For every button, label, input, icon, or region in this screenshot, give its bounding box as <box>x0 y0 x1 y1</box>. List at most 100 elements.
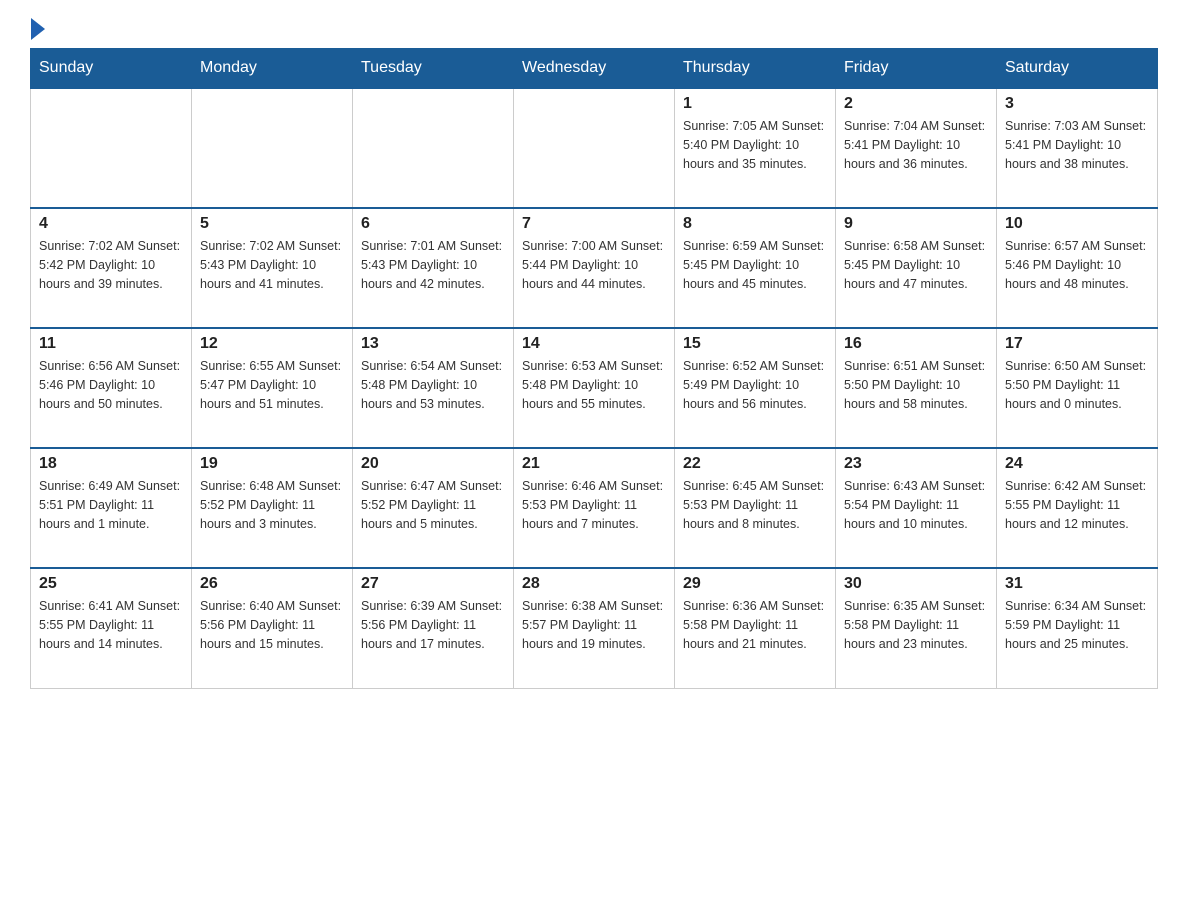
calendar-day-21: 21 Sunrise: 6:46 AM Sunset: 5:53 PM Dayli… <box>514 448 675 568</box>
calendar-day-25: 25 Sunrise: 6:41 AM Sunset: 5:55 PM Dayli… <box>31 568 192 688</box>
calendar-day-26: 26Sunrise: 6:40 AM Sunset: 5:56 PM Dayli… <box>192 568 353 688</box>
day-number: 15 <box>683 335 827 353</box>
day-number: 30 <box>844 575 988 593</box>
calendar-day-8: 8 Sunrise: 6:59 AM Sunset: 5:45 PM Daylig… <box>675 208 836 328</box>
day-info: Sunrise: 6:46 AM Sunset: 5:53 PM Dayligh… <box>522 477 666 533</box>
day-info: Sunrise: 7:03 AM Sunset: 5:41 PM Dayligh… <box>1005 117 1149 173</box>
weekday-header-sunday: Sunday <box>31 49 192 89</box>
day-info: Sunrise: 6:55 AM Sunset: 5:47 PM Dayligh… <box>200 357 344 413</box>
day-number: 16 <box>844 335 988 353</box>
day-number: 8 <box>683 215 827 233</box>
day-number: 9 <box>844 215 988 233</box>
calendar-day-23: 23Sunrise: 6:43 AM Sunset: 5:54 PM Dayli… <box>836 448 997 568</box>
day-info: Sunrise: 6:36 AM Sunset: 5:58 PM Dayligh… <box>683 597 827 653</box>
day-number: 28 <box>522 575 666 593</box>
day-info: Sunrise: 6:40 AM Sunset: 5:56 PM Dayligh… <box>200 597 344 653</box>
day-info: Sunrise: 6:43 AM Sunset: 5:54 PM Dayligh… <box>844 477 988 533</box>
day-number: 14 <box>522 335 666 353</box>
day-number: 24 <box>1005 455 1149 473</box>
weekday-header-thursday: Thursday <box>675 49 836 89</box>
day-info: Sunrise: 6:49 AM Sunset: 5:51 PM Dayligh… <box>39 477 183 533</box>
day-info: Sunrise: 6:34 AM Sunset: 5:59 PM Dayligh… <box>1005 597 1149 653</box>
calendar-day-5: 5 Sunrise: 7:02 AM Sunset: 5:43 PM Daylig… <box>192 208 353 328</box>
calendar-day-1: 1 Sunrise: 7:05 AM Sunset: 5:40 PM Daylig… <box>675 88 836 208</box>
calendar-day-12: 12Sunrise: 6:55 AM Sunset: 5:47 PM Dayli… <box>192 328 353 448</box>
calendar-day-17: 17 Sunrise: 6:50 AM Sunset: 5:50 PM Dayli… <box>997 328 1158 448</box>
logo <box>30 20 45 38</box>
calendar-week-row: 1 Sunrise: 7:05 AM Sunset: 5:40 PM Daylig… <box>31 88 1158 208</box>
calendar-day-empty <box>353 88 514 208</box>
calendar-day-27: 27Sunrise: 6:39 AM Sunset: 5:56 PM Dayli… <box>353 568 514 688</box>
day-number: 10 <box>1005 215 1149 233</box>
day-number: 18 <box>39 455 183 473</box>
day-info: Sunrise: 7:05 AM Sunset: 5:40 PM Dayligh… <box>683 117 827 173</box>
day-info: Sunrise: 6:51 AM Sunset: 5:50 PM Dayligh… <box>844 357 988 413</box>
calendar-day-31: 31 Sunrise: 6:34 AM Sunset: 5:59 PM Dayli… <box>997 568 1158 688</box>
day-info: Sunrise: 6:54 AM Sunset: 5:48 PM Dayligh… <box>361 357 505 413</box>
day-number: 3 <box>1005 95 1149 113</box>
calendar-day-13: 13 Sunrise: 6:54 AM Sunset: 5:48 PM Dayli… <box>353 328 514 448</box>
day-number: 25 <box>39 575 183 593</box>
calendar-day-28: 28 Sunrise: 6:38 AM Sunset: 5:57 PM Dayli… <box>514 568 675 688</box>
day-number: 13 <box>361 335 505 353</box>
weekday-header-friday: Friday <box>836 49 997 89</box>
day-info: Sunrise: 6:45 AM Sunset: 5:53 PM Dayligh… <box>683 477 827 533</box>
day-number: 20 <box>361 455 505 473</box>
calendar-day-empty <box>514 88 675 208</box>
calendar-day-20: 20Sunrise: 6:47 AM Sunset: 5:52 PM Dayli… <box>353 448 514 568</box>
day-number: 4 <box>39 215 183 233</box>
day-info: Sunrise: 6:53 AM Sunset: 5:48 PM Dayligh… <box>522 357 666 413</box>
weekday-header-wednesday: Wednesday <box>514 49 675 89</box>
day-info: Sunrise: 6:57 AM Sunset: 5:46 PM Dayligh… <box>1005 237 1149 293</box>
calendar-day-3: 3 Sunrise: 7:03 AM Sunset: 5:41 PM Daylig… <box>997 88 1158 208</box>
day-info: Sunrise: 6:35 AM Sunset: 5:58 PM Dayligh… <box>844 597 988 653</box>
day-info: Sunrise: 6:59 AM Sunset: 5:45 PM Dayligh… <box>683 237 827 293</box>
calendar-week-row: 18 Sunrise: 6:49 AM Sunset: 5:51 PM Dayli… <box>31 448 1158 568</box>
calendar-day-empty <box>192 88 353 208</box>
calendar-day-18: 18 Sunrise: 6:49 AM Sunset: 5:51 PM Dayli… <box>31 448 192 568</box>
day-number: 7 <box>522 215 666 233</box>
day-number: 31 <box>1005 575 1149 593</box>
calendar-day-19: 19Sunrise: 6:48 AM Sunset: 5:52 PM Dayli… <box>192 448 353 568</box>
day-info: Sunrise: 7:00 AM Sunset: 5:44 PM Dayligh… <box>522 237 666 293</box>
day-info: Sunrise: 6:39 AM Sunset: 5:56 PM Dayligh… <box>361 597 505 653</box>
day-number: 21 <box>522 455 666 473</box>
day-number: 1 <box>683 95 827 113</box>
day-info: Sunrise: 7:04 AM Sunset: 5:41 PM Dayligh… <box>844 117 988 173</box>
day-info: Sunrise: 6:52 AM Sunset: 5:49 PM Dayligh… <box>683 357 827 413</box>
calendar-day-29: 29 Sunrise: 6:36 AM Sunset: 5:58 PM Dayli… <box>675 568 836 688</box>
day-info: Sunrise: 6:42 AM Sunset: 5:55 PM Dayligh… <box>1005 477 1149 533</box>
logo-arrow-icon <box>31 18 45 40</box>
calendar-day-11: 11 Sunrise: 6:56 AM Sunset: 5:46 PM Dayli… <box>31 328 192 448</box>
day-number: 17 <box>1005 335 1149 353</box>
day-info: Sunrise: 6:41 AM Sunset: 5:55 PM Dayligh… <box>39 597 183 653</box>
calendar-day-6: 6Sunrise: 7:01 AM Sunset: 5:43 PM Daylig… <box>353 208 514 328</box>
page-header <box>30 20 1158 38</box>
calendar-day-16: 16 Sunrise: 6:51 AM Sunset: 5:50 PM Dayli… <box>836 328 997 448</box>
day-number: 22 <box>683 455 827 473</box>
day-number: 29 <box>683 575 827 593</box>
day-info: Sunrise: 6:50 AM Sunset: 5:50 PM Dayligh… <box>1005 357 1149 413</box>
calendar-day-22: 22 Sunrise: 6:45 AM Sunset: 5:53 PM Dayli… <box>675 448 836 568</box>
calendar-day-10: 10 Sunrise: 6:57 AM Sunset: 5:46 PM Dayli… <box>997 208 1158 328</box>
calendar-day-14: 14 Sunrise: 6:53 AM Sunset: 5:48 PM Dayli… <box>514 328 675 448</box>
calendar-day-2: 2Sunrise: 7:04 AM Sunset: 5:41 PM Daylig… <box>836 88 997 208</box>
day-number: 5 <box>200 215 344 233</box>
calendar-table: SundayMondayTuesdayWednesdayThursdayFrid… <box>30 48 1158 689</box>
calendar-week-row: 25 Sunrise: 6:41 AM Sunset: 5:55 PM Dayli… <box>31 568 1158 688</box>
calendar-week-row: 11 Sunrise: 6:56 AM Sunset: 5:46 PM Dayli… <box>31 328 1158 448</box>
calendar-day-30: 30 Sunrise: 6:35 AM Sunset: 5:58 PM Dayli… <box>836 568 997 688</box>
calendar-day-15: 15 Sunrise: 6:52 AM Sunset: 5:49 PM Dayli… <box>675 328 836 448</box>
day-info: Sunrise: 6:56 AM Sunset: 5:46 PM Dayligh… <box>39 357 183 413</box>
day-info: Sunrise: 7:02 AM Sunset: 5:42 PM Dayligh… <box>39 237 183 293</box>
calendar-day-24: 24 Sunrise: 6:42 AM Sunset: 5:55 PM Dayli… <box>997 448 1158 568</box>
weekday-header-tuesday: Tuesday <box>353 49 514 89</box>
day-number: 6 <box>361 215 505 233</box>
calendar-day-9: 9 Sunrise: 6:58 AM Sunset: 5:45 PM Daylig… <box>836 208 997 328</box>
calendar-day-7: 7 Sunrise: 7:00 AM Sunset: 5:44 PM Daylig… <box>514 208 675 328</box>
calendar-day-4: 4 Sunrise: 7:02 AM Sunset: 5:42 PM Daylig… <box>31 208 192 328</box>
day-info: Sunrise: 6:38 AM Sunset: 5:57 PM Dayligh… <box>522 597 666 653</box>
day-number: 11 <box>39 335 183 353</box>
day-info: Sunrise: 6:58 AM Sunset: 5:45 PM Dayligh… <box>844 237 988 293</box>
day-info: Sunrise: 7:02 AM Sunset: 5:43 PM Dayligh… <box>200 237 344 293</box>
